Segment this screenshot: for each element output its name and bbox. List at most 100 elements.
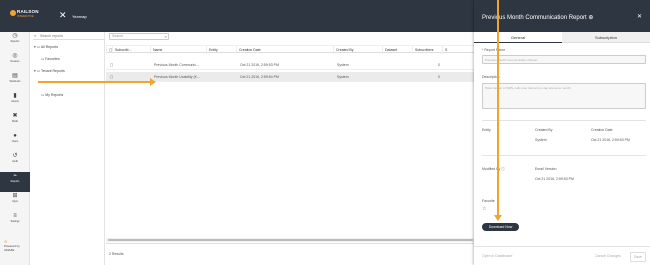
col-header-subscribed[interactable]: Subscrib... <box>112 46 150 54</box>
nav-item-assets[interactable]: ▮ Assets <box>0 92 30 112</box>
info-icon[interactable]: ⊕ <box>588 15 593 21</box>
nav-item-users[interactable]: ● Users <box>0 132 30 152</box>
horizontal-scrollbar[interactable] <box>106 238 474 242</box>
tree-item-my-reports[interactable]: ▭ My Reports <box>41 91 63 99</box>
panel-header: Previous Month Communication Report ⊕ ✕ <box>474 0 650 32</box>
tab-general[interactable]: General <box>474 32 562 43</box>
nav-label: Reports <box>10 40 20 43</box>
created-by-value: System <box>535 138 547 142</box>
left-nav: ◷ Reports ◎ Devices ▤ WorkLists ▮ Assets… <box>0 32 30 265</box>
report-name-label-text: Report Name <box>484 48 506 52</box>
col-header-dataset[interactable]: Dataset <box>382 46 412 54</box>
cell-name: Previous Month Communic... <box>154 63 199 67</box>
results-count: 2 Results <box>109 252 124 256</box>
folder-icon: ▭ <box>41 57 45 61</box>
nav-item-reports[interactable]: ◷ Reports <box>0 32 30 52</box>
powered-by: ≋ Powered by AMAZE <box>4 239 28 252</box>
col-header-s[interactable]: S <box>442 46 474 54</box>
grid-search-input[interactable]: Search ⌕ <box>109 33 169 40</box>
top-bar: RAILSON INTERACTIVE ✕ Yearnap <box>0 0 474 32</box>
clock-icon: ◷ <box>12 33 18 39</box>
col-header-name[interactable]: Name <box>150 46 206 54</box>
annotation-arrow-horizontal <box>38 81 154 83</box>
tree-search-input[interactable]: ⌕ Search reports <box>33 32 104 40</box>
powered-by-brand: AMAZE <box>4 248 15 252</box>
document-icon: ▤ <box>12 73 18 79</box>
cell-created-by: System <box>337 63 349 67</box>
tab-subscription[interactable]: Subscription <box>562 32 650 43</box>
divider <box>482 120 646 121</box>
cell-subscribers: 0 <box>438 63 440 67</box>
nav-item-reports-active[interactable]: ⌁ Reports <box>0 172 30 192</box>
nav-label: Reports <box>10 180 20 183</box>
row-icon: ▢ <box>110 63 114 67</box>
nav-item-devices[interactable]: ◎ Devices <box>0 52 30 72</box>
tools-icon: ✖ <box>12 113 18 119</box>
tree-item-label: My Reports <box>45 93 64 97</box>
modified-by-value: Email Version <box>535 167 557 171</box>
folder-icon: ▭ <box>41 93 45 97</box>
tree-item-tenant-reports[interactable]: ▾ ▭ Tenant Reports <box>34 67 65 75</box>
reports-icon: ⌁ <box>13 173 17 179</box>
open-dashboard-button[interactable]: Open in Dashboard <box>482 252 512 260</box>
nav-label: Users <box>11 140 19 143</box>
report-tree: ⌕ Search reports ▾ ▭ All Reports ▭ Favor… <box>31 32 105 265</box>
report-name-field[interactable]: Previous Month Communication Report <box>482 55 646 64</box>
tree-item-all-reports[interactable]: ▾ ▭ All Reports <box>34 43 58 51</box>
nav-label: Assets <box>11 100 19 103</box>
cell-creation-date: Oct 21 2016, 2:59:54 PM <box>240 75 279 79</box>
nav-label: Apps <box>12 200 18 203</box>
nav-item-settings[interactable]: ≡ Settings <box>0 212 30 232</box>
modified-date-value: Oct 21 2016, 2:59:53 PM <box>535 177 574 181</box>
tree-item-label: All Reports <box>40 45 58 49</box>
app-title: Yearnap <box>72 14 87 19</box>
description-field[interactable]: Total number of SMS, calls over last and… <box>482 83 646 109</box>
scrollbar-thumb[interactable] <box>108 239 473 241</box>
nav-item-worklists[interactable]: ▤ WorkLists <box>0 72 30 92</box>
logo-subtext: INTERACTIVE <box>17 15 34 18</box>
grid-header: ▢ Subscrib... Name Entity Creation Date … <box>106 45 474 54</box>
annotation-arrowhead-down <box>494 215 502 221</box>
col-header-entity[interactable]: Entity <box>206 46 236 54</box>
divider <box>482 155 646 156</box>
brand-logo[interactable]: RAILSON INTERACTIVE <box>10 9 48 23</box>
target-icon: ◎ <box>12 53 18 59</box>
tree-item-label: Tenant Reports <box>40 69 65 73</box>
history-icon: ↺ <box>12 153 18 159</box>
cancel-changes-button[interactable]: Cancel Changes <box>595 252 621 260</box>
star-icon[interactable]: ☆ <box>482 206 486 212</box>
table-row[interactable]: ▢ Previous Month Communic... Oct 21 2016… <box>106 60 474 70</box>
tree-item-favorites[interactable]: ▭ Favorites <box>41 55 60 63</box>
nav-label: Settings <box>10 220 20 223</box>
col-header-created-by[interactable]: Created By <box>333 46 382 54</box>
folder-icon: ▭ <box>36 69 41 73</box>
cell-name: Previous Month Usability (K... <box>154 75 200 79</box>
folder-icon: ▭ <box>36 45 41 49</box>
creation-date-value: Oct 21 2016, 2:59:53 PM <box>591 138 630 142</box>
tree-item-label: Favorites <box>45 57 60 61</box>
creation-date-label: Creation Date <box>591 128 613 132</box>
close-x-icon[interactable]: ✕ <box>59 11 67 20</box>
created-by-label: Created By <box>535 128 553 132</box>
col-header-subscribers[interactable]: Subscribers <box>412 46 442 54</box>
grid-footer: 2 Results <box>106 243 474 265</box>
close-icon[interactable]: ✕ <box>637 13 642 20</box>
nav-item-build[interactable]: ✖ Build <box>0 112 30 132</box>
report-name-label: * Report Name <box>482 48 506 52</box>
annotation-arrowhead-right <box>150 78 156 86</box>
report-grid: Search ⌕ ▢ Subscrib... Name Entity Creat… <box>106 32 474 265</box>
grid-icon: ⊞ <box>12 193 18 199</box>
table-row-selected[interactable]: ▢ Previous Month Usability (K... Oct 21 … <box>106 72 474 82</box>
save-button[interactable]: Save <box>630 252 646 262</box>
stamp-icon: ▮ <box>13 93 17 99</box>
col-header-creation-date[interactable]: Creation Date <box>236 46 333 54</box>
logo-mark-icon <box>10 10 16 16</box>
search-icon: ⌕ <box>164 34 167 39</box>
nav-item-apps[interactable]: ⊞ Apps <box>0 192 30 212</box>
nav-item-audit[interactable]: ↺ Audit <box>0 152 30 172</box>
download-now-button[interactable]: Download Now <box>482 223 519 231</box>
caret-down-icon: ▾ <box>34 45 36 49</box>
search-icon: ⌕ <box>34 33 37 38</box>
tree-search-placeholder: Search reports <box>40 34 63 38</box>
cell-subscribers: 0 <box>438 75 440 79</box>
